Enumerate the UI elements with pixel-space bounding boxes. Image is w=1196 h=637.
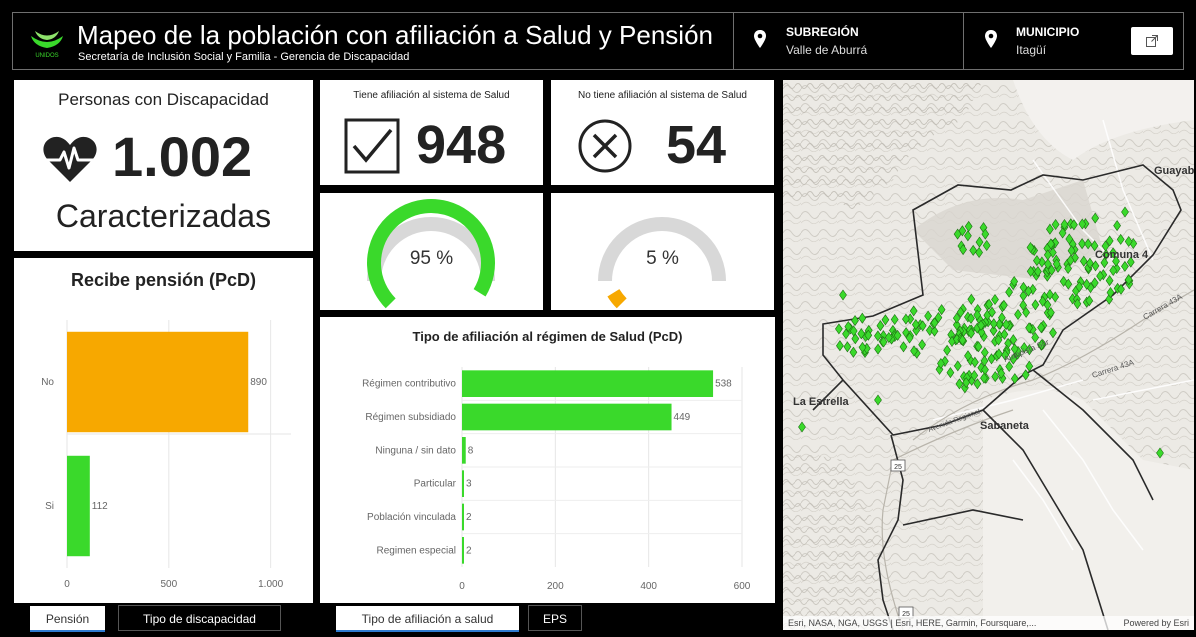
- powered-by-esri[interactable]: Powered by Esri: [1123, 616, 1189, 630]
- header-divider: [733, 13, 734, 69]
- svg-text:25: 25: [894, 464, 902, 471]
- bar: [462, 437, 466, 464]
- gauge-fill: [607, 288, 627, 309]
- data-label: 2: [466, 512, 472, 523]
- logo-text: UNIDOS: [35, 53, 58, 59]
- regime-bar-chart: 0 200 400 600 Régimen contributivo 538 Régimen…: [362, 367, 751, 592]
- data-label: 8: [468, 445, 474, 456]
- data-label: 3: [466, 479, 472, 490]
- kpi-with-health-card: Tiene afiliación al sistema de Salud 948: [320, 80, 543, 185]
- category-label: Regimen especial: [377, 545, 457, 556]
- category-label: Ninguna / sin dato: [375, 445, 456, 456]
- gauge-without-health-card: 5 %: [551, 193, 774, 310]
- open-external-button[interactable]: [1131, 27, 1173, 55]
- x-tick-label: 500: [160, 579, 177, 590]
- data-label: 2: [466, 545, 472, 556]
- map-canvas[interactable]: Guayab Comuna 4 La Estrella Sabaneta Aut…: [783, 80, 1194, 630]
- kpi-without-health-label: No tiene afiliación al sistema de Salud: [578, 90, 747, 101]
- map-attribution-text: Esri, NASA, NGA, USGS | Esri, HERE, Garm…: [788, 618, 1037, 628]
- category-label: Régimen contributivo: [362, 379, 456, 390]
- data-label: 538: [715, 379, 732, 390]
- x-tick-label: 1.000: [258, 579, 283, 590]
- circle-x-icon: [578, 119, 632, 173]
- x-tick-label: 200: [547, 581, 564, 592]
- bar: [67, 455, 90, 557]
- kpi-without-health-card: No tiene afiliación al sistema de Salud …: [551, 80, 774, 185]
- external-link-icon: [1146, 35, 1158, 47]
- subregion-filter-value[interactable]: Valle de Aburrá: [786, 43, 867, 57]
- subregion-filter-label[interactable]: SUBREGIÓN: [786, 25, 859, 39]
- kpi-without-health-value: 54: [666, 115, 727, 175]
- category-label: No: [41, 377, 54, 388]
- data-label: 112: [92, 501, 108, 512]
- map-label-comuna-4: Comuna 4: [1095, 249, 1149, 261]
- x-tick-label: 600: [734, 581, 751, 592]
- gauge-without-health-text: 5 %: [646, 248, 679, 269]
- location-pin-icon: [985, 30, 997, 48]
- category-label: Particular: [414, 479, 457, 490]
- category-label: Si: [45, 501, 54, 512]
- tab-health-affiliation-type[interactable]: Tipo de afiliación a salud: [336, 606, 519, 632]
- data-label: 890: [250, 377, 267, 388]
- map-label-guayab: Guayab: [1154, 165, 1194, 177]
- page-subtitle: Secretaría de Inclusión Social y Familia…: [78, 51, 410, 63]
- x-tick-label: 0: [64, 579, 70, 590]
- kpi-with-health-label: Tiene afiliación al sistema de Salud: [353, 90, 510, 101]
- kpi-with-health-value: 948: [416, 115, 507, 175]
- unidos-logo: UNIDOS: [31, 31, 63, 59]
- x-tick-label: 400: [640, 581, 657, 592]
- tab-disability-type[interactable]: Tipo de discapacidad: [118, 605, 281, 631]
- municipio-filter-value[interactable]: Itagüí: [1016, 43, 1046, 57]
- bar: [462, 370, 714, 397]
- page-title: Mapeo de la población con afiliación a S…: [77, 20, 713, 50]
- pension-chart-card: Recibe pensión (PcD) 0 500 1.000 No 890 Si 112: [14, 258, 313, 603]
- location-pin-icon: [754, 30, 766, 48]
- checkbox-checked-icon: [344, 118, 400, 174]
- map-panel[interactable]: Guayab Comuna 4 La Estrella Sabaneta Aut…: [783, 80, 1194, 630]
- summary-card: Personas con Discapacidad 1.002 Caracter…: [14, 80, 313, 251]
- tab-eps[interactable]: EPS: [528, 605, 582, 631]
- map-attribution[interactable]: Esri, NASA, NGA, USGS | Esri, HERE, Garm…: [783, 616, 1194, 630]
- municipio-filter-label[interactable]: MUNICIPIO: [1016, 25, 1079, 39]
- dashboard-header: UNIDOS Mapeo de la población con afiliac…: [12, 12, 1184, 70]
- road-shield: 25: [890, 459, 906, 472]
- bar: [462, 403, 672, 431]
- summary-caption: Caracterizadas: [55, 198, 272, 234]
- heart-pulse-icon: [43, 136, 97, 182]
- regime-chart-card: Tipo de afiliación al régimen de Salud (…: [320, 317, 775, 603]
- summary-value: 1.002: [112, 125, 253, 188]
- category-label: Población vinculada: [367, 512, 456, 523]
- bar: [462, 470, 464, 497]
- summary-title: Personas con Discapacidad: [58, 90, 269, 109]
- pension-bar-chart: 0 500 1.000 No 890 Si 112: [41, 320, 291, 590]
- map-label-la-estrella: La Estrella: [793, 396, 850, 408]
- bar: [462, 503, 464, 531]
- data-label: 449: [674, 412, 691, 423]
- gauge-with-health-card: 95 %: [320, 193, 543, 310]
- tab-pension[interactable]: Pensión: [30, 606, 105, 632]
- bar: [67, 331, 249, 433]
- map-label-sabaneta: Sabaneta: [980, 420, 1030, 432]
- category-label: Régimen subsidiado: [365, 412, 456, 423]
- header-divider: [963, 13, 964, 69]
- bar: [462, 537, 464, 564]
- x-tick-label: 0: [459, 581, 465, 592]
- gauge-with-health-text: 95 %: [409, 248, 454, 269]
